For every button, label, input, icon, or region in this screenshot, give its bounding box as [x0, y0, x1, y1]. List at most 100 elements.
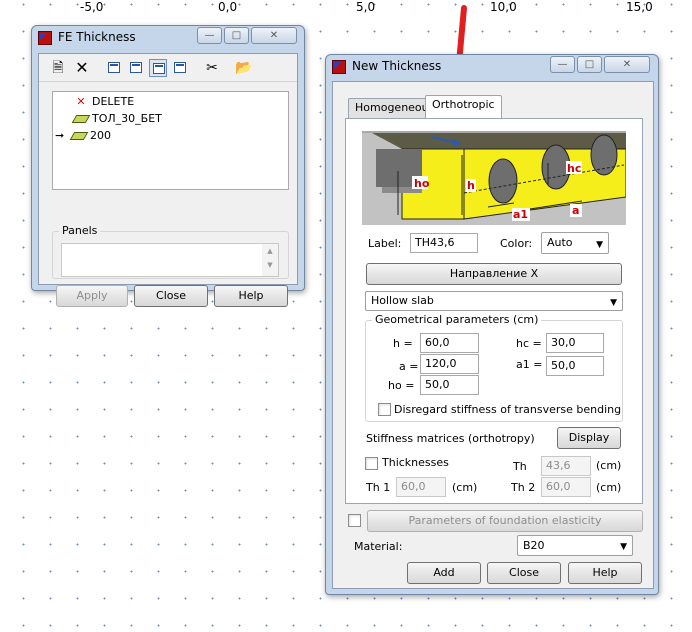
- panels-group: Panels ▲ ▼: [52, 224, 289, 279]
- panels-list[interactable]: ▲ ▼: [61, 243, 279, 277]
- th1-input[interactable]: 60,0: [396, 477, 446, 497]
- label-input[interactable]: TH43,6: [410, 233, 478, 253]
- fe-toolbar: 🗎 ✕ ✂ 📂: [39, 54, 297, 82]
- tree-item[interactable]: ✕ DELETE: [73, 95, 134, 111]
- layer-icon: [69, 129, 89, 142]
- help-button[interactable]: Help: [214, 285, 288, 307]
- axis-tick: 0,0: [218, 0, 238, 14]
- chevron-down-icon: ▼: [596, 240, 603, 250]
- stiffness-label: Stiffness matrices (orthotropy): [366, 432, 535, 445]
- axis-tick: -5,0: [80, 0, 104, 14]
- fe-thickness-window: FE Thickness — □ ✕ 🗎 ✕ ✂ 📂 ✕ DELETE ТОЛ_3…: [31, 25, 305, 307]
- nt-titlebar[interactable]: New Thickness — □ ✕: [326, 55, 658, 79]
- material-select-value: B20: [523, 539, 545, 552]
- close-button[interactable]: Close: [134, 285, 208, 307]
- disregard-checkbox[interactable]: [378, 403, 391, 416]
- tree-item-label: DELETE: [92, 95, 135, 108]
- tree-item-current[interactable]: ➞ 200: [55, 129, 111, 145]
- minimize-button[interactable]: —: [550, 56, 575, 73]
- diagram-label-h: h: [467, 179, 475, 192]
- material-label: Material:: [354, 540, 403, 553]
- tab-orthotropic[interactable]: Orthotropic: [425, 95, 502, 118]
- foundation-checkbox[interactable]: [348, 514, 361, 527]
- tree-item[interactable]: ТОЛ_30_БЕТ: [71, 112, 162, 128]
- close-button[interactable]: Close: [487, 562, 561, 584]
- th2-unit: (cm): [596, 481, 622, 494]
- new-icon[interactable]: 🗎: [49, 59, 67, 77]
- th1-label: Th 1: [366, 481, 391, 494]
- slab-type-value: Hollow slab: [371, 294, 434, 307]
- panel-icon[interactable]: [127, 59, 145, 77]
- orthotropic-panel: ho h hc a1 a Label: TH43,6 Color: Auto ▼…: [345, 118, 643, 504]
- scrollbar[interactable]: ▲ ▼: [262, 244, 278, 276]
- fe-client-area: 🗎 ✕ ✂ 📂 ✕ DELETE ТОЛ_30_БЕТ ➞ 200 Panels: [38, 53, 298, 307]
- color-caption: Color:: [500, 237, 533, 250]
- maximize-button[interactable]: □: [224, 27, 249, 44]
- axis-tick: 10,0: [490, 0, 517, 14]
- folder-star-icon[interactable]: 📂: [235, 59, 253, 77]
- delete-icon[interactable]: ✕: [73, 59, 91, 77]
- add-button[interactable]: Add: [407, 562, 481, 584]
- hollow-slab-diagram: ho h hc a1 a: [362, 131, 626, 225]
- label-caption: Label:: [368, 237, 402, 250]
- diagram-label-a1: a1: [513, 208, 528, 221]
- nt-client-area: Homogeneous Orthotropic ho h hc a1 a Lab…: [332, 81, 654, 589]
- ho-label: ho =: [388, 379, 415, 392]
- apply-button[interactable]: Apply: [56, 285, 128, 307]
- ho-input[interactable]: 50,0: [420, 375, 479, 395]
- help-button[interactable]: Help: [568, 562, 642, 584]
- color-select[interactable]: Auto ▼: [541, 232, 609, 254]
- axis-tick: 15,0: [626, 0, 653, 14]
- thicknesses-label: Thicknesses: [382, 456, 449, 469]
- nt-window-title: New Thickness: [352, 59, 442, 73]
- table-icon[interactable]: [171, 59, 189, 77]
- window-icon[interactable]: [105, 59, 123, 77]
- geometrical-parameters-title: Geometrical parameters (cm): [372, 313, 542, 326]
- tree-item-label: ТОЛ_30_БЕТ: [92, 112, 162, 125]
- th1-unit: (cm): [452, 481, 478, 494]
- layer-icon: [71, 112, 91, 125]
- app-icon: [332, 60, 346, 74]
- a-label: a =: [399, 360, 419, 373]
- chevron-down-icon: ▼: [620, 542, 627, 552]
- fe-titlebar[interactable]: FE Thickness — □ ✕: [32, 26, 304, 50]
- close-icon[interactable]: ✕: [251, 27, 297, 44]
- h-label: h =: [393, 337, 413, 350]
- diagram-label-ho: ho: [414, 177, 430, 190]
- h-input[interactable]: 60,0: [420, 333, 479, 353]
- maximize-button[interactable]: □: [577, 56, 602, 73]
- diagram-label-hc: hc: [567, 162, 581, 175]
- th-unit: (cm): [596, 459, 622, 472]
- hc-label: hc =: [516, 337, 542, 350]
- app-icon: [38, 31, 52, 45]
- tree-item-label: 200: [90, 129, 111, 142]
- th-input[interactable]: 43,6: [541, 456, 591, 476]
- material-select[interactable]: B20 ▼: [517, 535, 633, 556]
- scissors-icon[interactable]: ✂: [203, 59, 221, 77]
- new-thickness-window: New Thickness — □ ✕ Homogeneous Orthotro…: [325, 54, 659, 595]
- minimize-button[interactable]: —: [197, 27, 222, 44]
- geometrical-parameters-group: Geometrical parameters (cm) h = 60,0 hc …: [365, 313, 623, 422]
- display-button[interactable]: Display: [557, 427, 621, 449]
- foundation-elasticity-button[interactable]: Parameters of foundation elasticity: [367, 510, 643, 532]
- diagram-label-a: a: [572, 204, 579, 217]
- panels-label: Panels: [59, 224, 101, 237]
- color-select-value: Auto: [547, 236, 573, 249]
- th2-input[interactable]: 60,0: [541, 477, 591, 497]
- a1-input[interactable]: 50,0: [546, 356, 604, 376]
- chevron-down-icon: ▼: [610, 298, 617, 308]
- disregard-label: Disregard stiffness of transverse bendin…: [394, 403, 622, 416]
- current-arrow-icon: ➞: [55, 129, 65, 142]
- grid-icon[interactable]: [149, 59, 167, 77]
- thicknesses-checkbox[interactable]: [365, 457, 378, 470]
- hc-input[interactable]: 30,0: [546, 333, 604, 353]
- a-input[interactable]: 120,0: [420, 354, 479, 374]
- red-x-icon: ✕: [76, 95, 86, 108]
- direction-button[interactable]: Направление X: [366, 263, 622, 285]
- slab-type-select[interactable]: Hollow slab ▼: [365, 291, 623, 311]
- thickness-tree[interactable]: ✕ DELETE ТОЛ_30_БЕТ ➞ 200: [52, 91, 289, 190]
- th-label: Th: [513, 460, 527, 473]
- fe-window-title: FE Thickness: [58, 30, 136, 44]
- a1-label: a1 =: [516, 358, 543, 371]
- close-icon[interactable]: ✕: [604, 56, 650, 73]
